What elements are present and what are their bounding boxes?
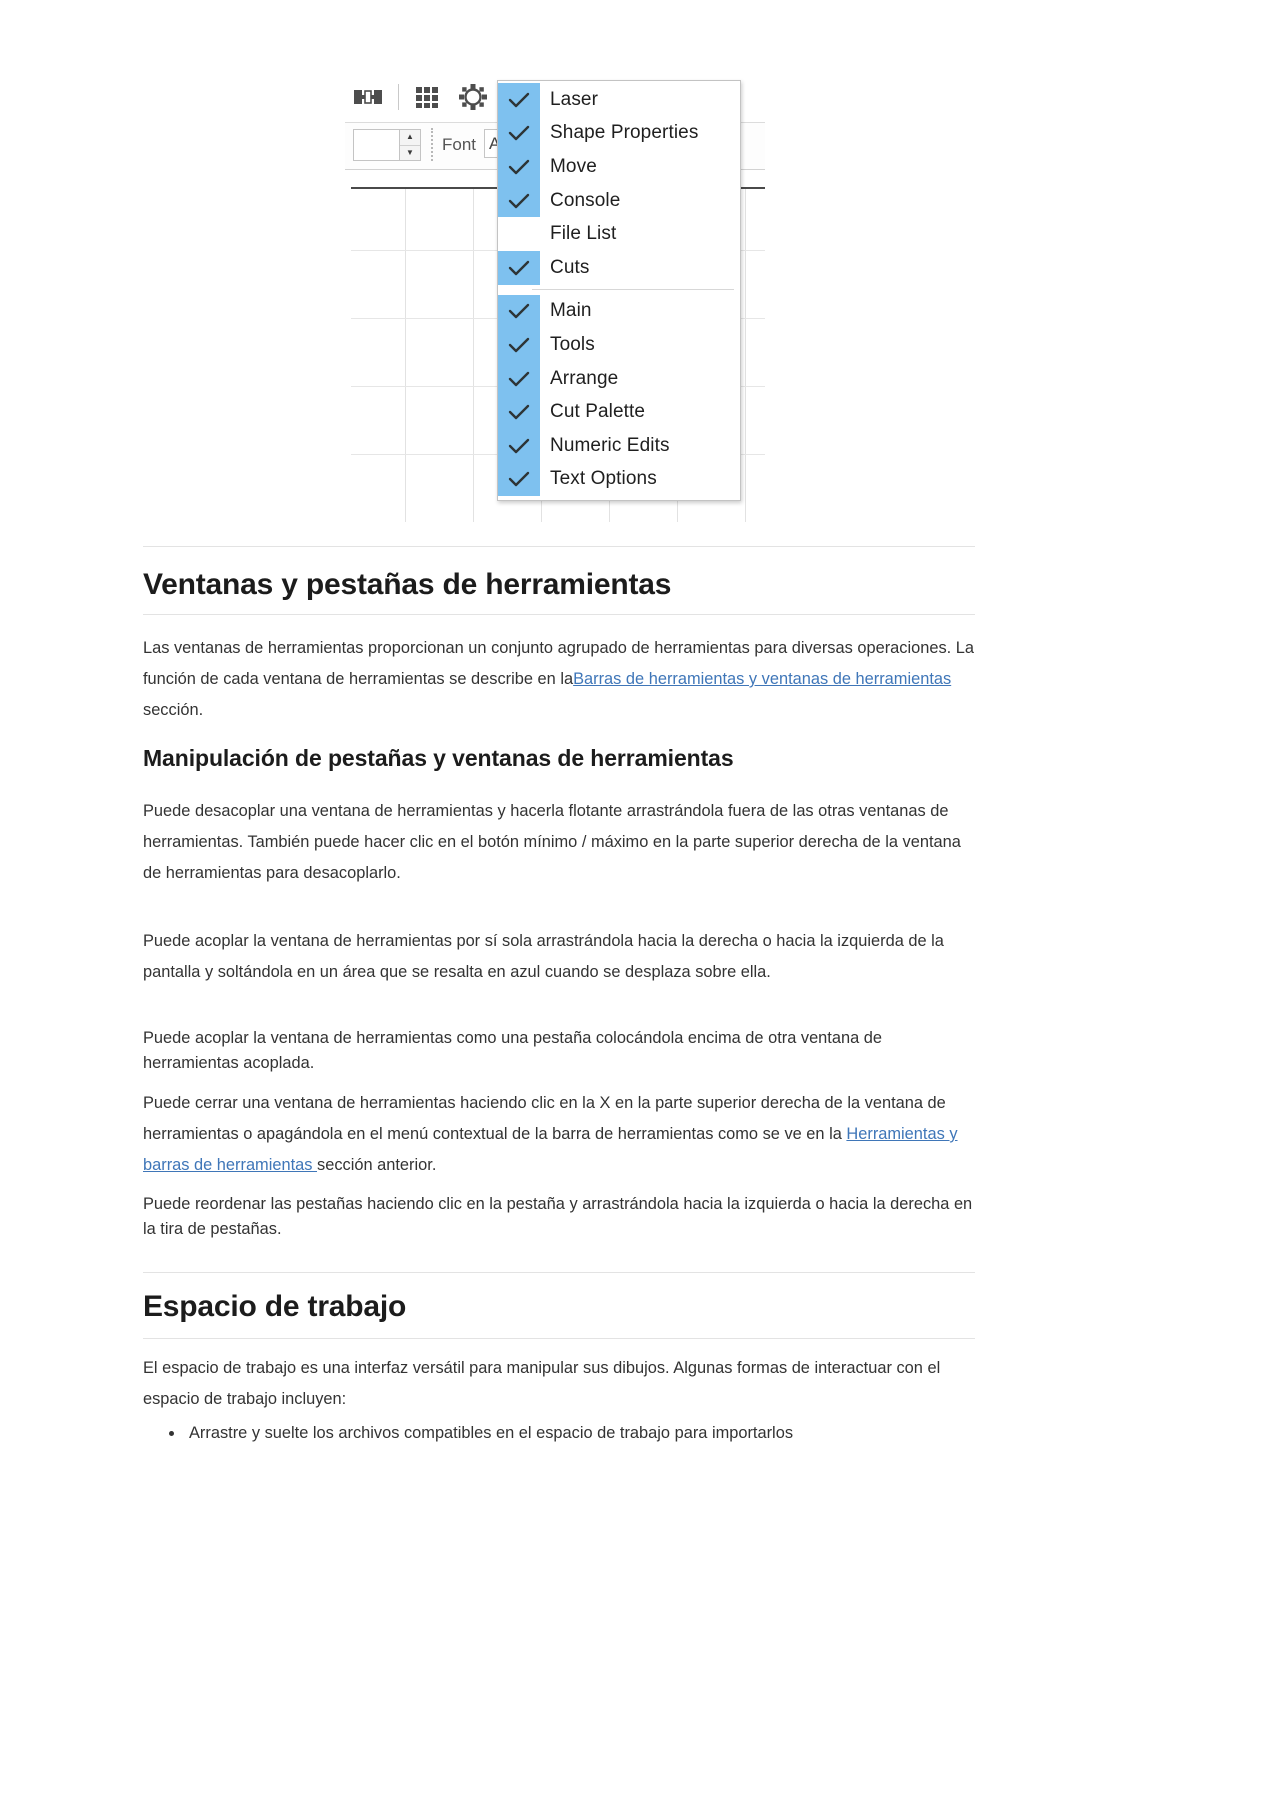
paragraph-desacoplar: Puede desacoplar una ventana de herramie… — [143, 802, 961, 882]
check-icon — [498, 83, 540, 117]
section-title-espacio: Espacio de trabajo — [143, 1290, 407, 1323]
rule-below-heading-2 — [143, 1338, 975, 1339]
grid-icon[interactable] — [412, 82, 446, 112]
list-item: Arrastre y suelte los archivos compatibl… — [185, 1418, 1017, 1449]
check-icon — [498, 150, 540, 184]
rule-above-heading-1 — [143, 546, 975, 547]
menu-item-label: Main — [550, 300, 592, 322]
menu-item-cuts[interactable]: Cuts — [498, 250, 740, 285]
check-icon — [498, 328, 540, 362]
check-icon — [498, 395, 540, 429]
paragraph-intro: Las ventanas de herramientas proporciona… — [143, 633, 975, 726]
check-icon-empty — [498, 217, 540, 251]
font-label: Font — [442, 135, 477, 154]
rule-above-heading-2 — [143, 1272, 975, 1273]
menu-item-numeric-edits[interactable]: Numeric Edits — [498, 428, 740, 463]
dock-panel-icon[interactable] — [351, 82, 385, 112]
paragraph-cerrar: Puede cerrar una ventana de herramientas… — [143, 1088, 975, 1181]
check-icon — [498, 294, 540, 329]
stepper-down-icon[interactable]: ▼ — [400, 146, 420, 161]
stepper-up-icon[interactable]: ▲ — [400, 130, 420, 146]
menu-item-shape-properties[interactable]: Shape Properties — [498, 116, 740, 151]
menu-item-arrange[interactable]: Arrange — [498, 361, 740, 396]
document-page: ▲ ▼ Font Ar — [0, 0, 1280, 1811]
screenshot-figure: ▲ ▼ Font Ar — [0, 0, 1280, 525]
check-icon — [498, 183, 540, 218]
menu-item-label: File List — [550, 223, 617, 245]
menu-item-label: Cuts — [550, 256, 590, 278]
workspace-bullet-list: Arrastre y suelte los archivos compatibl… — [143, 1418, 1017, 1449]
stepper-buttons[interactable]: ▲ ▼ — [399, 130, 420, 160]
numeric-stepper[interactable]: ▲ ▼ — [353, 129, 421, 161]
check-icon — [498, 462, 540, 497]
rule-below-heading-1 — [143, 614, 975, 615]
menu-item-console[interactable]: Console — [498, 183, 740, 218]
menu-item-label: Console — [550, 189, 621, 211]
paragraph-reordenar: Puede reordenar las pestañas haciendo cl… — [143, 1195, 973, 1238]
check-icon — [498, 361, 540, 396]
toolbar-icon-strip — [351, 76, 490, 118]
toolbar-grip[interactable] — [431, 128, 436, 161]
toolbar-separator — [398, 84, 399, 110]
check-icon — [498, 428, 540, 463]
subheading-manipulacion: Manipulación de pestañas y ventanas de h… — [143, 745, 734, 771]
menu-item-laser[interactable]: Laser — [498, 83, 740, 117]
menu-item-label: Cut Palette — [550, 401, 646, 423]
menu-item-label: Text Options — [550, 468, 657, 490]
paragraph-cerrar-text: Puede cerrar una ventana de herramientas… — [143, 1094, 946, 1143]
menu-item-label: Shape Properties — [550, 122, 699, 144]
menu-item-label: Numeric Edits — [550, 434, 670, 456]
menu-item-label: Arrange — [550, 367, 619, 389]
toolbar-context-menu[interactable]: Laser Shape Properties Move Console File… — [497, 80, 741, 502]
menu-item-label: Tools — [550, 333, 595, 355]
menu-item-cut-palette[interactable]: Cut Palette — [498, 395, 740, 429]
link-barras-de-herramientas[interactable]: Barras de herramientas y ventanas de her… — [573, 670, 951, 688]
menu-item-move[interactable]: Move — [498, 150, 740, 184]
check-icon — [498, 250, 540, 285]
paragraph-acoplar-pestana: Puede acoplar la ventana de herramientas… — [143, 1029, 882, 1072]
paragraph-cerrar-tail: sección anterior. — [317, 1156, 437, 1174]
paragraph-intro-tail: sección. — [143, 701, 204, 719]
menu-item-main[interactable]: Main — [498, 294, 740, 329]
menu-item-file-list[interactable]: File List — [498, 217, 740, 251]
menu-separator — [532, 288, 734, 290]
menu-item-label: Laser — [550, 88, 599, 110]
menu-item-text-options[interactable]: Text Options — [498, 462, 740, 497]
app-window-capture: ▲ ▼ Font Ar — [345, 62, 765, 522]
page-title: Ventanas y pestañas de herramientas — [143, 568, 672, 601]
menu-item-tools[interactable]: Tools — [498, 328, 740, 362]
gear-nodes-icon[interactable] — [456, 82, 490, 112]
check-icon — [498, 116, 540, 151]
menu-item-label: Move — [550, 155, 597, 177]
paragraph-espacio: El espacio de trabajo es una interfaz ve… — [143, 1359, 941, 1408]
paragraph-acoplar-sola: Puede acoplar la ventana de herramientas… — [143, 932, 944, 981]
